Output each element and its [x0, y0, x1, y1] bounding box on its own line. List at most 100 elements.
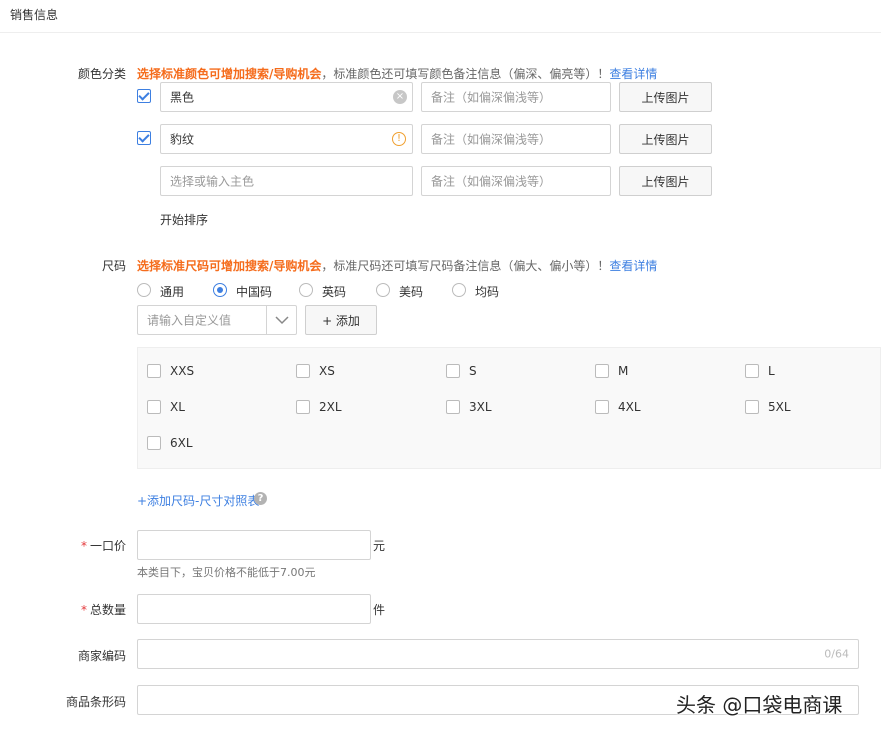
size-checkbox[interactable] [745, 400, 759, 414]
size-option[interactable]: 5XL [745, 400, 791, 414]
color-input-3[interactable]: 选择或输入主色 [160, 166, 413, 196]
color-label: 颜色分类 [77, 67, 126, 81]
radio-circle [137, 283, 151, 297]
dropdown-divider [266, 306, 267, 334]
color-input-2[interactable]: 豹纹 ! [160, 124, 413, 154]
size-option[interactable]: 4XL [595, 400, 641, 414]
upload-image-button-2[interactable]: 上传图片 [619, 124, 712, 154]
color-hint: 选择标准颜色可增加搜索/导购机会，标准颜色还可填写颜色备注信息（偏深、偏亮等）！… [137, 65, 657, 82]
required-mark: * [80, 603, 87, 617]
size-option-label: 2XL [319, 400, 342, 414]
start-sort-link[interactable]: 开始排序 [160, 211, 208, 228]
char-counter: 0/64 [824, 647, 849, 661]
size-option[interactable]: XS [296, 364, 335, 378]
required-mark: * [80, 539, 87, 553]
custom-size-input[interactable]: 请输入自定义值 [137, 305, 297, 335]
radio-circle [376, 283, 390, 297]
radio-china-size-label: 中国码 [236, 285, 273, 299]
clear-icon[interactable]: × [393, 90, 407, 104]
size-option-label: 5XL [768, 400, 791, 414]
color-note-placeholder-3: 备注（如偏深偏浅等） [431, 174, 552, 189]
size-option[interactable]: S [446, 364, 477, 378]
size-hint-normal: ，标准尺码还可填写尺码备注信息（偏大、偏小等）！ [321, 259, 610, 273]
merchant-code-input[interactable]: 0/64 [137, 639, 859, 669]
color-checkbox-2[interactable] [137, 131, 151, 145]
price-note: 本类目下，宝贝价格不能低于7.00元 [137, 566, 316, 579]
price-input[interactable] [137, 530, 371, 560]
price-label-text: 一口价 [89, 539, 126, 553]
size-checkbox[interactable] [745, 364, 759, 378]
radio-uk-size-label: 英码 [322, 285, 347, 299]
radio-china-size[interactable] [213, 283, 227, 297]
radio-one-size[interactable] [452, 283, 466, 297]
upload-image-button-1[interactable]: 上传图片 [619, 82, 712, 112]
section-divider [0, 32, 881, 33]
size-checkbox[interactable] [147, 364, 161, 378]
quantity-unit: 件 [373, 603, 386, 617]
radio-us-size[interactable] [376, 283, 390, 297]
radio-one-size-label: 均码 [475, 285, 500, 299]
price-label: * 一口价 [8, 537, 126, 554]
custom-size-placeholder: 请输入自定义值 [147, 313, 232, 328]
size-option[interactable]: XXS [147, 364, 194, 378]
size-option[interactable]: M [595, 364, 628, 378]
size-hint: 选择标准尺码可增加搜索/导购机会，标准尺码还可填写尺码备注信息（偏大、偏小等）！… [137, 257, 657, 274]
size-option-label: XXS [170, 364, 195, 378]
color-detail-link[interactable]: 查看详情 [609, 67, 657, 81]
quantity-input[interactable] [137, 594, 371, 624]
add-size-button[interactable]: + 添加 [305, 305, 377, 335]
size-option-label: M [618, 364, 629, 378]
size-checkbox[interactable] [595, 364, 609, 378]
help-icon[interactable]: ? [254, 492, 267, 505]
warning-icon: ! [392, 132, 406, 146]
size-checkbox[interactable] [595, 400, 609, 414]
color-note-placeholder-1: 备注（如偏深偏浅等） [431, 90, 552, 105]
section-title: 销售信息 [10, 8, 59, 22]
size-option[interactable]: 3XL [446, 400, 492, 414]
color-checkbox-1[interactable] [137, 89, 151, 103]
color-note-placeholder-2: 备注（如偏深偏浅等） [431, 132, 552, 147]
size-option-label: 6XL [170, 436, 193, 450]
quantity-label-text: 总数量 [89, 603, 126, 617]
color-placeholder-3: 选择或输入主色 [170, 174, 255, 189]
size-checkbox[interactable] [147, 400, 161, 414]
size-checkbox[interactable] [446, 364, 460, 378]
color-value-2: 豹纹 [170, 132, 195, 147]
barcode-label: 商品条形码 [65, 695, 126, 709]
size-option[interactable]: L [745, 364, 775, 378]
size-option[interactable]: 2XL [296, 400, 342, 414]
color-hint-normal: ，标准颜色还可填写颜色备注信息（偏深、偏亮等）！ [321, 67, 610, 81]
size-option-label: S [469, 364, 477, 378]
size-option-label: 4XL [618, 400, 641, 414]
quantity-label: * 总数量 [8, 601, 126, 618]
size-option[interactable]: XL [147, 400, 185, 414]
color-hint-strong: 选择标准颜色可增加搜索/导购机会 [137, 67, 322, 81]
merchant-code-label: 商家编码 [77, 649, 126, 663]
radio-uk-size[interactable] [299, 283, 313, 297]
size-option[interactable]: 6XL [147, 436, 193, 450]
chevron-down-icon[interactable] [274, 314, 290, 326]
size-hint-strong: 选择标准尺码可增加搜索/导购机会 [137, 259, 322, 273]
size-option-label: 3XL [469, 400, 492, 414]
size-detail-link[interactable]: 查看详情 [609, 259, 657, 273]
radio-general-label: 通用 [160, 285, 185, 299]
radio-circle [299, 283, 313, 297]
watermark: 头条 @口袋电商课 [676, 693, 843, 717]
size-checkbox[interactable] [147, 436, 161, 450]
color-note-input-3[interactable]: 备注（如偏深偏浅等） [421, 166, 611, 196]
radio-us-size-label: 美码 [399, 285, 424, 299]
size-checkbox[interactable] [446, 400, 460, 414]
add-size-chart-link[interactable]: +添加尺码-尺寸对照表 [137, 492, 259, 509]
color-value-1: 黑色 [170, 90, 195, 105]
color-note-input-2[interactable]: 备注（如偏深偏浅等） [421, 124, 611, 154]
radio-circle-selected [213, 283, 227, 297]
radio-general[interactable] [137, 283, 151, 297]
size-checkbox[interactable] [296, 400, 310, 414]
color-input-1[interactable]: 黑色 × [160, 82, 413, 112]
radio-circle [452, 283, 466, 297]
upload-image-button-3[interactable]: 上传图片 [619, 166, 712, 196]
color-note-input-1[interactable]: 备注（如偏深偏浅等） [421, 82, 611, 112]
size-checkbox[interactable] [296, 364, 310, 378]
size-label: 尺码 [101, 259, 126, 273]
size-option-label: XS [319, 364, 335, 378]
